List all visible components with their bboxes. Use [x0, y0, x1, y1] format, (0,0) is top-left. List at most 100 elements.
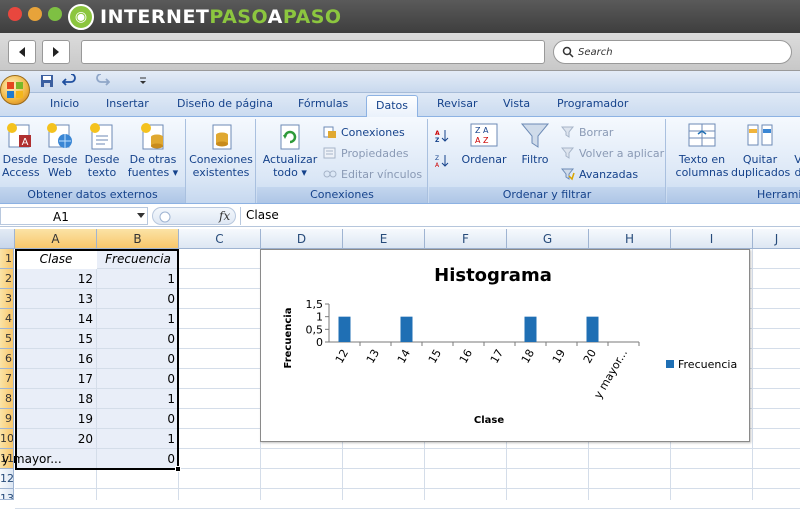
minimize-window-button[interactable] [28, 7, 42, 21]
sort-az-icon: AZ [435, 130, 449, 143]
formula-input[interactable]: Clase [240, 207, 800, 225]
logo-icon: ◉ [68, 4, 94, 30]
texto-columnas-button[interactable]: Texto en columnas [673, 121, 731, 179]
back-button[interactable] [8, 40, 36, 64]
propiedades-button[interactable]: Propiedades [323, 146, 408, 160]
volver-aplicar-button[interactable]: Volver a aplicar [561, 146, 664, 160]
row-header-12[interactable]: 12 [0, 469, 14, 489]
desde-texto-button[interactable]: Desde texto [84, 121, 120, 179]
y-axis-label: Frecuencia [283, 308, 294, 369]
insert-function-icon[interactable]: fx [219, 209, 230, 223]
advanced-filter-icon [561, 168, 575, 181]
desde-web-button[interactable]: Desde Web [42, 121, 78, 179]
connections-icon [323, 126, 336, 138]
histogram-bar [586, 316, 599, 342]
gridline-row [15, 488, 800, 489]
row-header-6[interactable]: 6 [0, 349, 14, 369]
sort-dialog-icon: Z AA Z [469, 121, 499, 151]
x-tick-label: 15 [426, 347, 444, 366]
name-box[interactable]: A1 [0, 207, 148, 225]
otras-fuentes-button[interactable]: De otras fuentes ▾ [124, 121, 182, 179]
qat-customize-icon[interactable] [138, 74, 148, 88]
group-conexiones: Actualizar todo ▾ Conexiones Propiedades… [257, 119, 428, 203]
column-header-e[interactable]: E [343, 229, 425, 249]
link-icon [323, 170, 337, 178]
save-icon[interactable] [40, 74, 54, 88]
x-tick-label: 19 [550, 347, 568, 366]
browser-search-input[interactable]: Search [553, 40, 792, 64]
row-header-4[interactable]: 4 [0, 309, 14, 329]
column-header-f[interactable]: F [425, 229, 507, 249]
row-header-8[interactable]: 8 [0, 389, 14, 409]
row-header-1[interactable]: 1 [0, 249, 14, 269]
histogram-bar [338, 316, 351, 342]
undo-icon[interactable] [62, 74, 76, 88]
editar-vinculos-button[interactable]: Editar vínculos [323, 167, 422, 181]
sort-za-icon: ZA [435, 155, 449, 168]
x-tick-label: 16 [457, 347, 475, 366]
column-header-c[interactable]: C [179, 229, 261, 249]
avanzadas-button[interactable]: Avanzadas [561, 167, 638, 181]
legend-label: Frecuencia [678, 358, 737, 371]
properties-icon [323, 147, 336, 159]
tab-revisar[interactable]: Revisar [437, 97, 477, 110]
svg-text:A Z: A Z [475, 136, 489, 145]
tab-vista[interactable]: Vista [503, 97, 530, 110]
tab-programador[interactable]: Programador [557, 97, 628, 110]
column-header-g[interactable]: G [507, 229, 589, 249]
row-header-9[interactable]: 9 [0, 409, 14, 429]
column-header-b[interactable]: B [97, 229, 179, 249]
column-header-j[interactable]: J [753, 229, 800, 249]
sort-az-button[interactable]: AZ [435, 129, 453, 143]
maximize-window-button[interactable] [48, 7, 62, 21]
fill-handle[interactable] [175, 466, 181, 472]
existing-connections-icon [206, 121, 236, 151]
access-icon: A [5, 121, 35, 151]
redo-icon[interactable] [96, 74, 110, 88]
x-tick-label: 12 [333, 347, 351, 366]
row-header-10[interactable]: 10 [0, 429, 14, 449]
row-header-3[interactable]: 3 [0, 289, 14, 309]
column-header-h[interactable]: H [589, 229, 671, 249]
filtro-button[interactable]: Filtro [515, 121, 555, 166]
x-tick-label: 17 [488, 347, 506, 366]
column-header-a[interactable]: A [15, 229, 97, 249]
forward-button[interactable] [42, 40, 70, 64]
conexiones-existentes-button[interactable]: Conexiones existentes [188, 121, 254, 179]
column-header-i[interactable]: I [671, 229, 753, 249]
borrar-button[interactable]: Borrar [561, 125, 613, 139]
conexiones-button[interactable]: Conexiones [323, 125, 405, 139]
tab-inicio[interactable]: Inicio [50, 97, 79, 110]
ordenar-button[interactable]: Z AA Z Ordenar [459, 121, 509, 166]
x-tick-label: 13 [364, 347, 382, 366]
group-label-conexiones: Conexiones [257, 187, 427, 203]
selection-border [15, 249, 179, 470]
chart-title[interactable]: Histograma [434, 265, 552, 286]
office-button[interactable] [0, 75, 30, 105]
row-header-5[interactable]: 5 [0, 329, 14, 349]
actualizar-todo-button[interactable]: Actualizar todo ▾ [262, 121, 318, 179]
select-all-corner[interactable] [0, 229, 15, 249]
quitar-duplicados-button[interactable]: Quitar duplicados [731, 121, 790, 179]
histogram-chart[interactable]: Histograma Frecuencia Clase 0 0,5 1 1,5 12 13… [260, 249, 750, 442]
legend-swatch [666, 360, 674, 368]
x-tick-label: 20 [581, 347, 599, 366]
tab-diseno-pagina[interactable]: Diseño de página [177, 97, 273, 110]
tab-insertar[interactable]: Insertar [106, 97, 149, 110]
chevron-down-icon[interactable] [137, 213, 145, 219]
row-header-2[interactable]: 2 [0, 269, 14, 289]
sort-za-button[interactable]: ZA [435, 154, 453, 168]
formula-circle-icon [159, 211, 171, 223]
tab-datos[interactable]: Datos [366, 95, 418, 117]
validacion-button[interactable]: V d [791, 121, 800, 179]
column-header-d[interactable]: D [261, 229, 343, 249]
group-label-ordenar: Ordenar y filtrar [429, 187, 665, 203]
search-placeholder: Search [578, 46, 613, 58]
x-tick-label: 14 [395, 347, 413, 366]
close-window-button[interactable] [8, 7, 22, 21]
address-bar[interactable] [81, 40, 545, 64]
row-header-7[interactable]: 7 [0, 369, 14, 389]
tab-formulas[interactable]: Fórmulas [298, 97, 348, 110]
desde-access-button[interactable]: A Desde Access [2, 121, 40, 179]
row-header-13[interactable]: 13 [0, 489, 14, 500]
